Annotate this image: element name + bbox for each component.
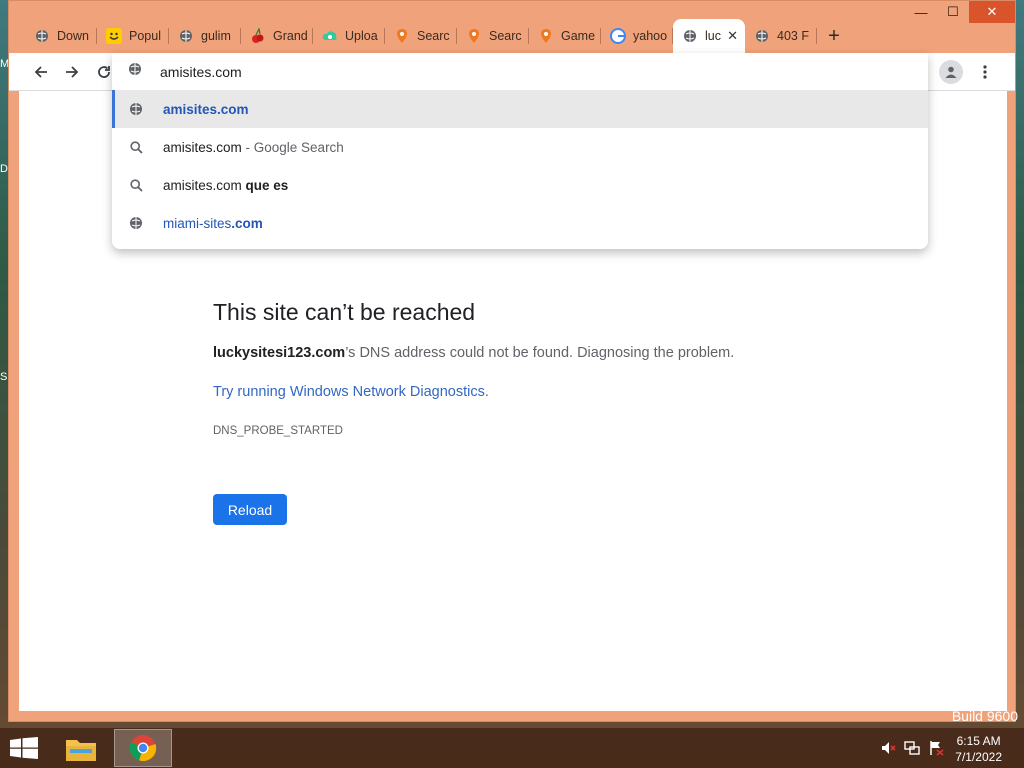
tab-1[interactable]: Down	[25, 19, 97, 53]
start-button[interactable]	[10, 737, 38, 759]
close-window-button[interactable]: ✕	[969, 1, 1015, 23]
clock-date: 7/1/2022	[955, 750, 1002, 764]
error-description-text: ’s DNS address could not be found. Diagn…	[345, 345, 735, 361]
network-icon[interactable]	[904, 740, 920, 761]
tab-5[interactable]: Uploa	[313, 19, 385, 53]
location-icon	[394, 28, 410, 44]
tab-4[interactable]: Grand	[241, 19, 313, 53]
upload-cloud-icon	[322, 28, 338, 44]
build-watermark: Build 9600	[951, 708, 1018, 724]
address-bar[interactable]: amisites.com	[112, 53, 928, 90]
kebab-menu-icon	[983, 65, 987, 79]
tab-8[interactable]: Game	[529, 19, 601, 53]
refresh-icon	[98, 66, 110, 78]
suggestion-item-4[interactable]: miami-sites.com	[112, 204, 928, 242]
tab-close-icon[interactable]: ✕	[727, 28, 738, 44]
globe-icon	[128, 215, 144, 231]
profile-button[interactable]	[939, 60, 963, 84]
error-title: This site can’t be reached	[213, 299, 476, 325]
tab-9[interactable]: yahoo	[601, 19, 673, 53]
suggestion-text: amisites.com que es	[163, 178, 288, 193]
network-diagnostics-link[interactable]: Try running Windows Network Diagnostics	[213, 384, 485, 400]
error-code: DNS_PROBE_STARTED	[213, 425, 343, 437]
tab-title: Searc	[417, 29, 450, 43]
omnibox-dropdown: amisites.com amisites.com amisites.com -…	[112, 53, 928, 249]
link-period: .	[484, 384, 489, 400]
taskbar-file-explorer[interactable]	[52, 729, 110, 767]
search-icon	[128, 139, 144, 155]
tab-11[interactable]: 403 F	[745, 19, 817, 53]
taskbar-chrome[interactable]	[114, 729, 172, 767]
suggestion-text: amisites.com - Google Search	[163, 140, 344, 155]
minimize-button[interactable]: —	[905, 1, 937, 23]
back-button[interactable]	[29, 60, 53, 84]
suggestion-item-3[interactable]: amisites.com que es	[112, 166, 928, 204]
tab-2[interactable]: Popul	[97, 19, 169, 53]
location-icon	[466, 28, 482, 44]
person-icon	[945, 66, 957, 78]
suggestion-bold-suffix: que es	[245, 177, 289, 193]
arrow-left-icon	[34, 66, 47, 78]
chrome-icon	[129, 735, 157, 762]
globe-icon	[178, 28, 194, 44]
tab-title: Game	[561, 29, 596, 43]
tab-title: Uploa	[345, 29, 378, 43]
globe-icon	[682, 28, 698, 44]
suggestion-query: amisites.com	[163, 177, 246, 193]
tab-title: 403 F	[777, 29, 809, 43]
tab-active[interactable]: luc ✕	[673, 19, 745, 53]
error-host: luckysitesi123.com	[213, 345, 346, 361]
search-icon	[128, 177, 144, 193]
address-input-text[interactable]: amisites.com	[160, 64, 242, 80]
maximize-button[interactable]: ☐	[937, 1, 969, 23]
tab-title: luc	[705, 29, 721, 43]
tab-3[interactable]: gulim	[169, 19, 241, 53]
tab-title: Grand	[273, 29, 308, 43]
new-tab-button[interactable]: +	[817, 19, 851, 53]
error-description: luckysitesi123.com’s DNS address could n…	[213, 345, 734, 361]
volume-muted-icon[interactable]	[880, 740, 896, 761]
globe-icon	[128, 62, 142, 81]
suggestion-text: amisites.com	[163, 101, 249, 117]
cherry-icon	[250, 28, 266, 44]
clock-time: 6:15 AM	[956, 734, 1001, 748]
globe-icon	[754, 28, 770, 44]
system-tray	[880, 740, 944, 761]
network-diagnostics-text: Try running Windows Network Diagnostics.	[213, 384, 489, 400]
tab-7[interactable]: Searc	[457, 19, 529, 53]
tab-title: Down	[57, 29, 89, 43]
suggestion-item-2[interactable]: amisites.com - Google Search	[112, 128, 928, 166]
menu-button[interactable]	[973, 60, 997, 84]
tab-strip: Down Popul gulim Grand Uploa Searc Searc…	[25, 19, 851, 53]
suggestion-bold-suffix: .com	[231, 215, 263, 231]
tab-6[interactable]: Searc	[385, 19, 457, 53]
windows-logo-icon	[10, 737, 38, 759]
suggestion-item-1[interactable]: amisites.com	[112, 90, 928, 128]
tab-title: gulim	[201, 29, 231, 43]
suggestion-suffix: - Google Search	[241, 139, 344, 155]
taskbar: 6:15 AM 7/1/2022	[0, 728, 1024, 768]
location-icon	[538, 28, 554, 44]
tab-title: Searc	[489, 29, 522, 43]
window-controls: — ☐ ✕	[905, 1, 1015, 23]
suggestion-query: amisites.com	[163, 139, 242, 155]
suggestion-url: miami-sites	[163, 215, 232, 231]
title-bar: Down Popul gulim Grand Uploa Searc Searc…	[9, 1, 1015, 53]
arrow-right-icon	[66, 66, 79, 78]
tab-title: Popul	[129, 29, 161, 43]
google-icon	[610, 28, 626, 44]
globe-icon	[34, 28, 50, 44]
smiley-icon	[106, 28, 122, 44]
forward-button[interactable]	[60, 60, 84, 84]
action-center-flag-icon[interactable]	[928, 740, 944, 761]
globe-icon	[128, 101, 144, 117]
taskbar-clock[interactable]: 6:15 AM 7/1/2022	[955, 733, 1002, 765]
folder-icon	[66, 740, 96, 761]
suggestion-text: miami-sites.com	[163, 216, 263, 231]
tab-title: yahoo	[633, 29, 668, 43]
reload-button[interactable]: Reload	[213, 494, 287, 525]
